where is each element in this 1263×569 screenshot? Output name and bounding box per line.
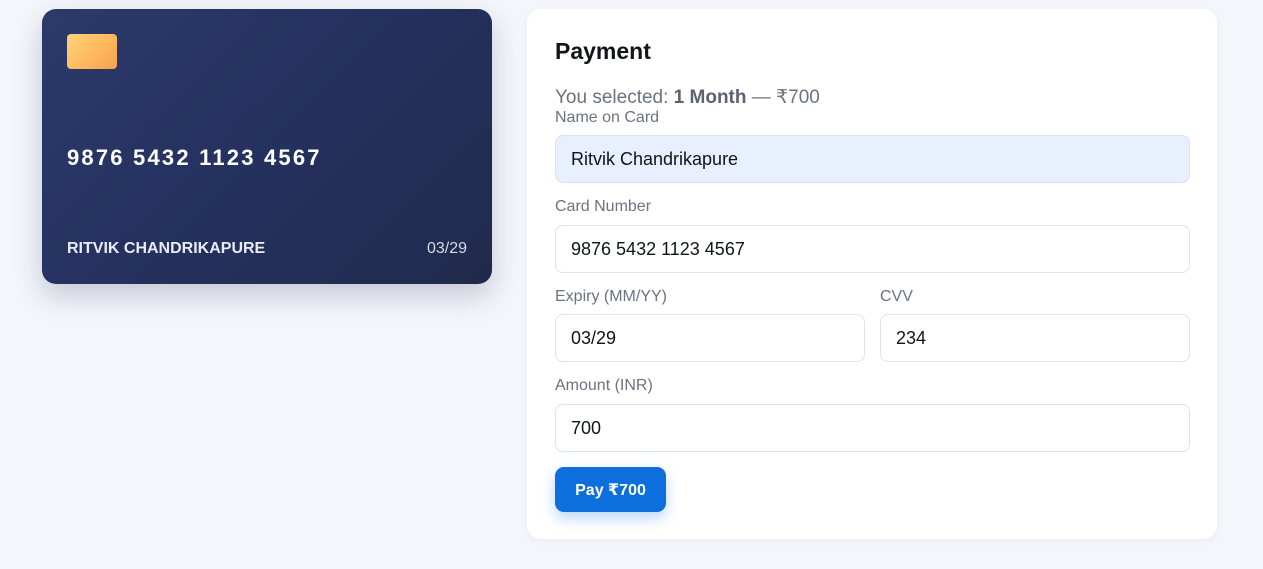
selected-plan-summary: You selected: 1 Month — ₹700 bbox=[555, 86, 820, 109]
amount-input[interactable] bbox=[555, 404, 1190, 452]
name-on-card-label: Name on Card bbox=[555, 109, 660, 126]
selected-plan-name: 1 Month bbox=[673, 87, 747, 108]
expiry-label: Expiry (MM/YY) bbox=[555, 288, 667, 305]
cvv-input[interactable] bbox=[880, 314, 1190, 362]
expiry-input[interactable] bbox=[555, 314, 865, 362]
card-preview: 9876 5432 1123 4567 RITVIK CHANDRIKAPURE… bbox=[42, 9, 492, 284]
card-preview-holder: RITVIK CHANDRIKAPURE bbox=[67, 240, 266, 257]
card-number-input[interactable] bbox=[555, 225, 1190, 273]
card-number-label: Card Number bbox=[555, 198, 652, 215]
payment-panel: Payment You selected: 1 Month — ₹700 Nam… bbox=[527, 9, 1217, 539]
card-chip-icon bbox=[67, 34, 117, 69]
card-preview-number: 9876 5432 1123 4567 bbox=[67, 145, 322, 170]
selected-plan-prefix: You selected: bbox=[555, 87, 674, 108]
cvv-label: CVV bbox=[880, 288, 913, 305]
page-title: Payment bbox=[555, 38, 651, 64]
selected-plan-price: — ₹700 bbox=[746, 87, 820, 108]
card-preview-expiry: 03/29 bbox=[426, 240, 467, 257]
name-on-card-input[interactable] bbox=[555, 135, 1190, 183]
amount-label: Amount (INR) bbox=[555, 377, 653, 394]
pay-button[interactable]: Pay ₹700 bbox=[555, 467, 666, 512]
